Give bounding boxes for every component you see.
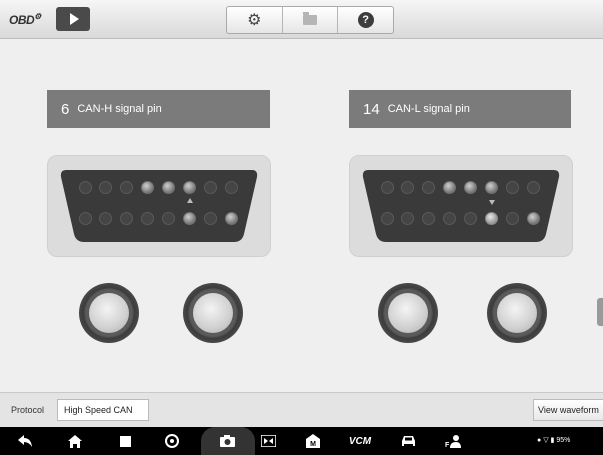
pin-7 <box>204 181 217 194</box>
pin-8 <box>225 181 238 194</box>
probe-knob-2[interactable] <box>183 283 243 343</box>
play-button[interactable] <box>56 7 90 31</box>
view-waveform-button[interactable]: View waveform <box>533 399 603 421</box>
pin-11 <box>422 212 435 225</box>
pin-description: CAN-H signal pin <box>77 103 162 115</box>
side-drawer-handle[interactable] <box>597 298 603 326</box>
wifi-icon: ▽ <box>543 437 549 444</box>
vehicle-menu-icon[interactable]: M <box>304 432 322 450</box>
system-tray: ● ▽ ▮ 95% <box>537 436 570 444</box>
pin-5 <box>162 181 175 194</box>
pin-3 <box>120 181 133 194</box>
protocol-selector[interactable]: High Speed CAN <box>57 399 149 421</box>
pin-1 <box>381 181 394 194</box>
settings-button[interactable]: ⚙ <box>227 7 283 33</box>
folder-icon <box>303 12 317 25</box>
camera-icon[interactable] <box>218 432 236 450</box>
pin-12 <box>141 212 154 225</box>
car-icon[interactable] <box>399 432 417 450</box>
main-content: 6 CAN-H signal pin 14 CAN-L signal pin <box>0 39 603 392</box>
pin-9 <box>79 212 92 225</box>
can-h-pin-label: 6 CAN-H signal pin <box>47 90 270 128</box>
pin-10 <box>99 212 112 225</box>
pin-16 <box>527 212 540 225</box>
pin-13 <box>162 212 175 225</box>
pin-number: 14 <box>363 100 380 118</box>
pin-6 <box>485 181 498 194</box>
top-toolbar: OBD⚙ ⚙ ? <box>0 0 603 39</box>
pin-14 <box>183 212 196 225</box>
pin-16 <box>225 212 238 225</box>
probe-knob-3[interactable] <box>378 283 438 343</box>
connector-left <box>47 155 271 257</box>
protocol-bar: Protocol High Speed CAN View waveform <box>0 392 603 427</box>
connector-right <box>349 155 573 257</box>
pin-3 <box>422 181 435 194</box>
help-button[interactable]: ? <box>338 7 393 33</box>
help-icon: ? <box>357 12 374 28</box>
pin-6 <box>183 181 196 194</box>
recent-apps-icon[interactable] <box>116 432 134 450</box>
obd-connector-shape <box>362 170 560 242</box>
protocol-label: Protocol <box>11 405 45 415</box>
battery-level: 95% <box>556 437 571 444</box>
plug-icon: ⚙ <box>34 12 41 21</box>
probe-knob-4[interactable] <box>487 283 547 343</box>
pin-8 <box>527 181 540 194</box>
can-l-pin-label: 14 CAN-L signal pin <box>349 90 571 128</box>
pin-number: 6 <box>61 100 70 118</box>
pin-7 <box>506 181 519 194</box>
pin-2 <box>99 181 112 194</box>
notification-icon: ● <box>537 437 542 444</box>
pin-1 <box>79 181 92 194</box>
files-button[interactable] <box>283 7 339 33</box>
system-navigation-bar: M VCM F ● ▽ ▮ 95% <box>0 427 603 455</box>
pin-4 <box>141 181 154 194</box>
pin-5 <box>464 181 477 194</box>
display-icon[interactable] <box>259 432 277 450</box>
user-switch-icon[interactable]: F <box>444 432 462 450</box>
pin-15 <box>204 212 217 225</box>
down-arrow-icon <box>489 200 495 205</box>
up-arrow-icon <box>187 198 193 203</box>
back-icon[interactable] <box>16 432 34 450</box>
pin-2 <box>401 181 414 194</box>
svg-text:F: F <box>445 442 450 448</box>
home-icon[interactable] <box>66 432 84 450</box>
obd-connector-shape <box>60 170 258 242</box>
pin-15 <box>506 212 519 225</box>
svg-text:M: M <box>310 441 316 448</box>
pin-11 <box>120 212 133 225</box>
vcm-icon[interactable]: VCM <box>346 432 374 450</box>
pin-9 <box>381 212 394 225</box>
pin-12 <box>443 212 456 225</box>
pin-14 <box>485 212 498 225</box>
obd-logo: OBD⚙ <box>9 12 41 27</box>
toolbar-button-group: ⚙ ? <box>226 6 394 34</box>
pin-10 <box>401 212 414 225</box>
gear-icon: ⚙ <box>247 12 262 29</box>
pin-description: CAN-L signal pin <box>387 103 470 115</box>
battery-icon: ▮ <box>550 437 555 444</box>
pin-13 <box>464 212 477 225</box>
browser-icon[interactable] <box>163 432 181 450</box>
probe-knob-1[interactable] <box>79 283 139 343</box>
pin-4 <box>443 181 456 194</box>
